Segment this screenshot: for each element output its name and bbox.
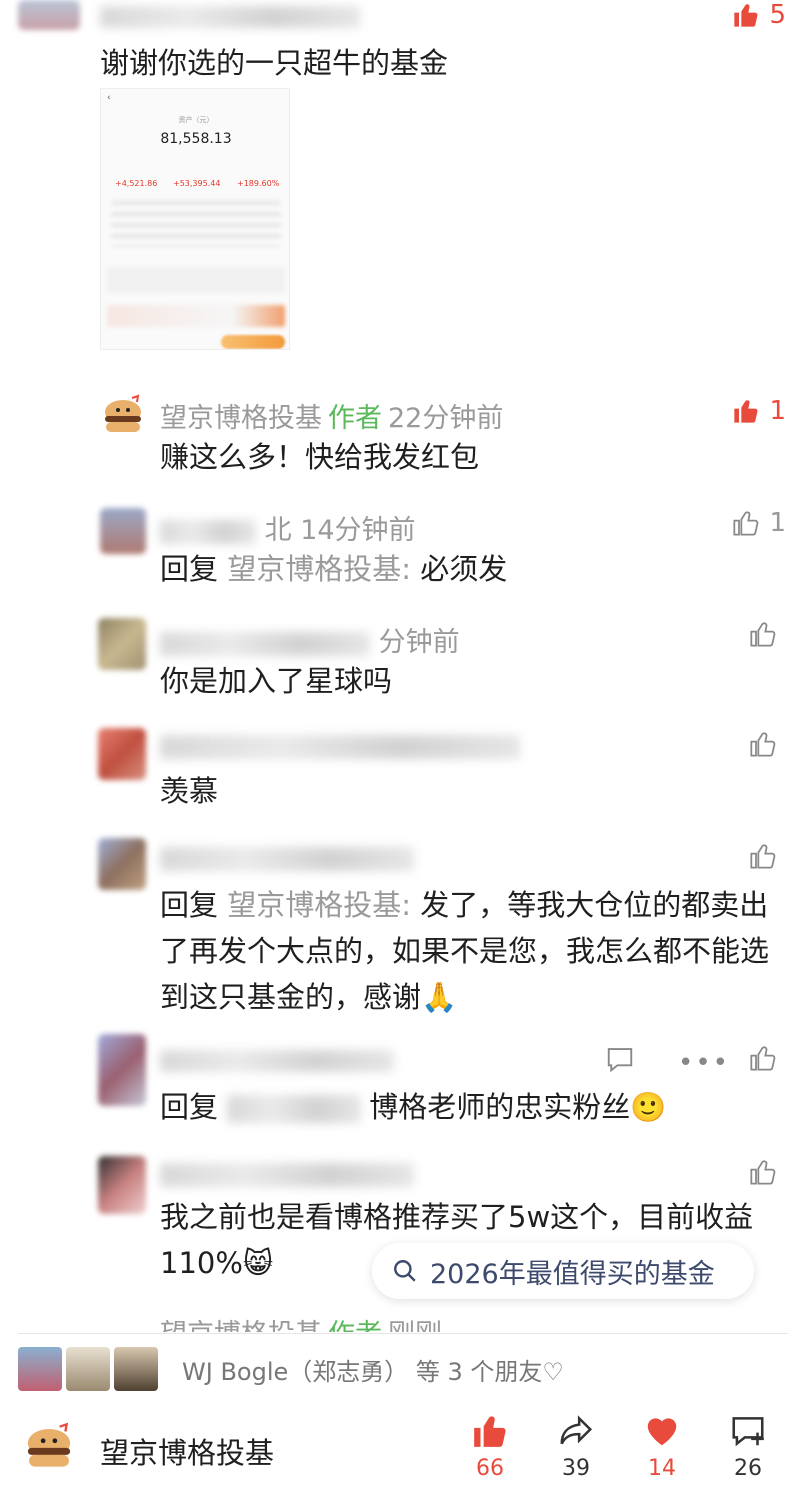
thumbs-up-icon: [733, 511, 759, 536]
commenter-name[interactable]: 北: [265, 515, 292, 546]
asset-value: 81,558.13: [160, 131, 232, 147]
like-button[interactable]: [748, 1044, 786, 1072]
thumbs-up-icon: [750, 622, 776, 647]
favorite-count: 14: [648, 1456, 676, 1481]
comment-header: 分钟前: [160, 620, 460, 659]
avatar[interactable]: [98, 838, 146, 890]
commenter-name[interactable]: 望京博格投基: [160, 1319, 322, 1332]
reply-text: 必须发: [420, 552, 508, 586]
like-count: 1: [769, 396, 786, 426]
avatar[interactable]: [100, 508, 146, 554]
thumbs-up-icon: [734, 400, 758, 423]
reply-prefix: 回复: [160, 552, 228, 586]
attached-screenshot[interactable]: ‹ 资产（元） 81,558.13 +4,521.86 +53,395.44 +…: [100, 88, 290, 350]
heart-icon: [647, 1418, 677, 1446]
friends-liked-row[interactable]: WJ Bogle（郑志勇） 等 3 个朋友♡: [18, 1346, 564, 1392]
comment-header: 望京博格投基作者刚刚: [160, 1312, 442, 1332]
comment-text: 回复 博格老师的忠实粉丝🙂: [160, 1084, 790, 1130]
friends-liked-text: WJ Bogle（郑志勇） 等 3 个朋友♡: [182, 1357, 564, 1386]
share-button[interactable]: 39: [546, 1412, 606, 1481]
comment-header: 北 14分钟前: [160, 508, 416, 547]
account-name[interactable]: 望京博格投基: [100, 1430, 274, 1472]
thumbs-up-icon: [750, 1160, 776, 1185]
commenter-name[interactable]: 望京博格投基: [160, 403, 322, 434]
reply-text: 博格老师的忠实粉丝🙂: [369, 1090, 667, 1124]
comment-text: 回复 望京博格投基: 必须发: [160, 552, 508, 586]
search-suggestion-chip[interactable]: 2026年最值得买的基金: [372, 1243, 754, 1299]
share-count: 39: [562, 1456, 590, 1481]
comment-time: 分钟前: [378, 627, 460, 658]
avatar[interactable]: [98, 618, 146, 670]
burger-avatar-icon: [27, 1422, 71, 1467]
author-avatar[interactable]: [100, 394, 146, 440]
comment-header: [160, 1044, 394, 1075]
more-dots-icon: •••: [678, 1048, 731, 1078]
comment-text: 羡慕: [160, 774, 219, 808]
divider: [18, 1333, 788, 1334]
avatar[interactable]: [98, 1156, 146, 1214]
comment-text: 赚这么多！快给我发红包: [160, 440, 480, 474]
avatar[interactable]: [98, 1034, 146, 1106]
favorite-button[interactable]: 14: [632, 1412, 692, 1481]
account-avatar[interactable]: [22, 1422, 76, 1476]
comment-text: 谢谢你选的一只超牛的基金: [100, 46, 449, 80]
comment-9: 望京博格投基作者刚刚: [0, 1312, 800, 1332]
like-button[interactable]: [748, 620, 786, 648]
comment-header: [160, 730, 520, 761]
comment-time: 22分钟前: [388, 403, 504, 434]
reply-to-name[interactable]: 望京博格投基: [227, 888, 401, 922]
search-icon: [394, 1260, 416, 1282]
thumbs-up-icon: [734, 4, 758, 27]
comment-bubble-icon: [607, 1048, 633, 1073]
like-button[interactable]: [748, 730, 786, 758]
reply-prefix: 回复: [160, 1090, 228, 1124]
thumbs-up-icon: [750, 732, 776, 757]
comment-header: [160, 842, 414, 873]
stat-rate: +189.60%: [237, 179, 280, 188]
reply-button[interactable]: [604, 1044, 636, 1078]
reply-prefix: 回复: [160, 888, 228, 922]
comment-header: 望京博格投基 作者 22分钟前: [160, 396, 503, 435]
bottom-action-bar: 望京博格投基 66 39 14 26: [0, 1400, 800, 1486]
like-button[interactable]: 5: [731, 0, 786, 30]
like-button[interactable]: 1: [731, 508, 786, 538]
like-button[interactable]: [748, 1158, 786, 1186]
like-post-button[interactable]: 66: [460, 1412, 520, 1481]
comment-count: 26: [734, 1456, 762, 1481]
like-count: 1: [769, 508, 786, 538]
stat-hold: +53,395.44: [173, 179, 221, 188]
friend-avatar: [66, 1347, 110, 1391]
commenter-name-redacted[interactable]: [100, 6, 360, 28]
author-badge: 作者: [328, 403, 382, 434]
thumbs-up-icon: [750, 844, 776, 869]
comment-header: [160, 1158, 414, 1189]
friend-avatar: [18, 1347, 62, 1391]
avatar[interactable]: [18, 0, 80, 30]
author-badge: 作者: [328, 1319, 382, 1332]
comment-text: 你是加入了星球吗: [160, 664, 393, 698]
comment-time: 14分钟前: [300, 515, 416, 546]
like-button[interactable]: [748, 842, 786, 870]
avatar[interactable]: [98, 728, 146, 780]
search-suggestion-text: 2026年最值得买的基金: [430, 1258, 715, 1290]
comment-time: 刚刚: [388, 1319, 442, 1332]
comment-text: 回复 望京博格投基: 发了，等我大仓位的都卖出了再发个大点的，如果不是您，我怎么…: [160, 888, 770, 1014]
comment-add-icon: [732, 1417, 764, 1447]
comment-button[interactable]: 26: [718, 1412, 778, 1481]
more-options-button[interactable]: •••: [678, 1048, 730, 1078]
share-arrow-icon: [560, 1415, 593, 1445]
burger-avatar-icon: [105, 394, 141, 432]
thumbs-up-icon: [750, 1046, 776, 1071]
thumbs-up-icon: [474, 1416, 506, 1447]
like-count: 5: [769, 0, 786, 30]
stat-today: +4,521.86: [115, 179, 158, 188]
like-post-count: 66: [476, 1456, 504, 1481]
friend-avatar: [114, 1347, 158, 1391]
reply-to-name[interactable]: 望京博格投基: [227, 552, 401, 586]
asset-label: 资产（元）: [178, 116, 214, 124]
like-button[interactable]: 1: [731, 396, 786, 426]
